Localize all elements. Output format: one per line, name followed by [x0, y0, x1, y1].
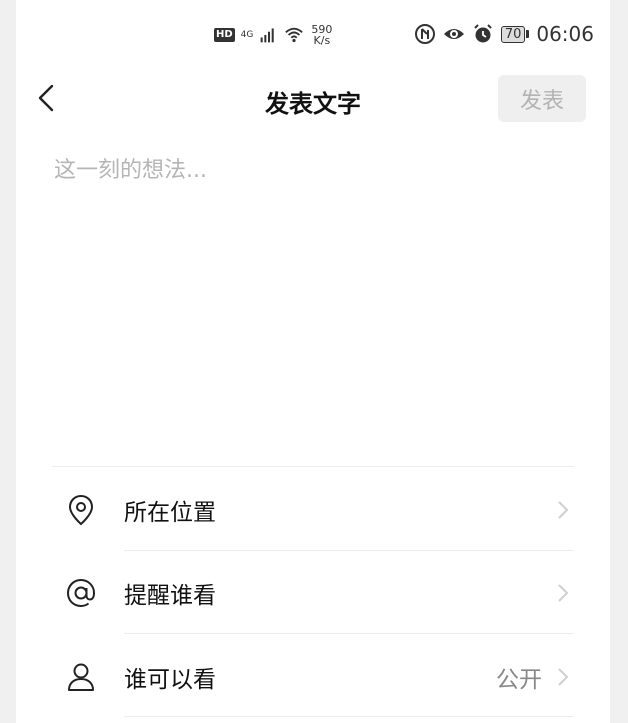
location-row[interactable]: 所在位置 [16, 469, 610, 551]
signal-icon [261, 28, 275, 43]
chevron-right-icon [558, 668, 569, 686]
post-text-input[interactable] [52, 150, 576, 454]
speed-unit: K/s [313, 34, 331, 47]
status-left: HD 4G 590 K/s [214, 24, 332, 46]
mention-label: 提醒谁看 [124, 583, 216, 609]
mention-row[interactable]: 提醒谁看 [16, 552, 610, 634]
battery-level: 70 [500, 25, 526, 43]
screen: HD 4G 590 K/s 70 06:06 发表文字 发表 这一刻的想法...… [16, 0, 610, 723]
visibility-value: 公开 [496, 667, 542, 693]
hd-badge: HD [214, 28, 235, 42]
network-type: 4G [240, 30, 254, 40]
location-label: 所在位置 [124, 500, 216, 526]
location-pin-icon [68, 494, 94, 526]
chevron-right-icon [558, 501, 569, 519]
battery-indicator: 70 [500, 25, 530, 43]
clock: 06:06 [536, 22, 594, 46]
status-right: 70 06:06 [414, 22, 594, 46]
status-bar: HD 4G 590 K/s 70 06:06 [16, 18, 610, 56]
publish-button[interactable]: 发表 [498, 75, 586, 122]
data-saver-icon [414, 24, 435, 44]
visibility-row[interactable]: 谁可以看 公开 [16, 636, 610, 718]
visibility-label: 谁可以看 [124, 667, 216, 693]
chevron-right-icon [558, 584, 569, 602]
network-speed: 590 K/s [311, 24, 332, 46]
divider [52, 466, 574, 467]
wifi-icon [285, 27, 304, 43]
alarm-icon [474, 24, 492, 43]
at-sign-icon [66, 578, 96, 608]
eye-icon [443, 29, 464, 39]
divider [124, 550, 574, 551]
nav-bar: 发表文字 发表 [16, 72, 610, 128]
person-icon [68, 663, 94, 691]
battery-tip [526, 30, 530, 38]
divider [124, 633, 574, 634]
divider [124, 716, 574, 717]
